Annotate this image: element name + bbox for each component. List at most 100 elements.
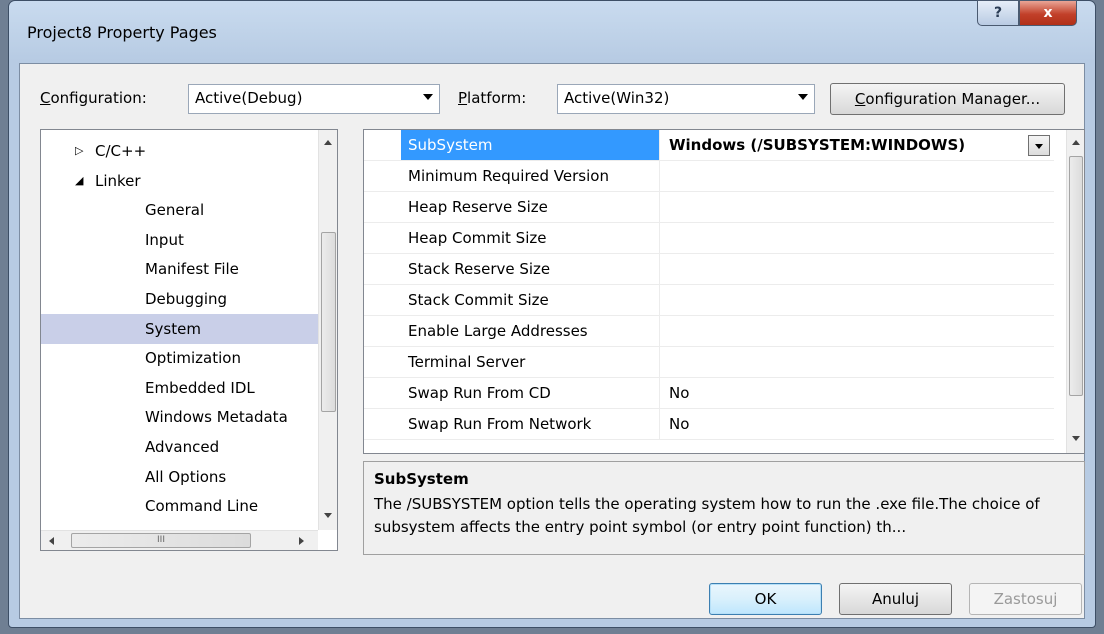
tree-item-embedded-idl[interactable]: Embedded IDL: [41, 373, 318, 403]
tree-item-c-c-[interactable]: ▷ C/C++: [41, 136, 318, 166]
property-name[interactable]: Swap Run From CD: [401, 378, 660, 408]
tree-item-label: Debugging: [145, 290, 228, 308]
scroll-up-arrow-icon[interactable]: [324, 140, 332, 145]
close-button[interactable]: x: [1019, 0, 1077, 26]
property-row[interactable]: Terminal Server: [364, 347, 1054, 378]
row-gutter: [364, 192, 401, 222]
description-text: The /SUBSYSTEM option tells the operatin…: [374, 495, 1040, 536]
property-row[interactable]: Stack Reserve Size: [364, 254, 1054, 285]
property-name[interactable]: Heap Commit Size: [401, 223, 660, 253]
property-row[interactable]: SubSystem Windows (/SUBSYSTEM:WINDOWS): [364, 130, 1054, 161]
property-value[interactable]: No: [661, 409, 1054, 439]
property-pages-window: Project8 Property Pages ? x Configuratio…: [8, 0, 1096, 628]
row-gutter: [364, 130, 401, 160]
help-button[interactable]: ?: [977, 0, 1019, 26]
value-dropdown-button[interactable]: [1028, 135, 1050, 156]
property-tree[interactable]: Command Line All Options Advanced Windows M…: [40, 129, 338, 551]
tree-item-label: All Options: [145, 467, 227, 486]
platform-value: Active(Win32): [564, 89, 670, 107]
property-grid[interactable]: Swap Run From Network No Swap Run From CD N…: [363, 129, 1085, 454]
property-value[interactable]: [661, 285, 1054, 315]
description-panel: SubSystem The /SUBSYSTEM option tells th…: [363, 461, 1085, 555]
row-gutter: [364, 223, 401, 253]
property-name[interactable]: Swap Run From Network: [401, 409, 660, 439]
property-name[interactable]: SubSystem: [401, 130, 660, 160]
scroll-grip: III: [157, 535, 165, 545]
scroll-right-arrow-icon[interactable]: [299, 537, 304, 545]
tree-item-command-line[interactable]: Command Line: [41, 491, 318, 521]
ok-button-label: OK: [754, 590, 777, 608]
tree-item-windows-metadata[interactable]: Windows Metadata: [41, 402, 318, 432]
scroll-left-arrow-icon[interactable]: [49, 537, 54, 545]
description-title: SubSystem: [374, 470, 469, 488]
property-row[interactable]: Stack Commit Size: [364, 285, 1054, 316]
configuration-label: Configuration:: [40, 89, 147, 107]
row-gutter: [364, 409, 401, 439]
chevron-down-icon: [798, 94, 808, 100]
title-bar[interactable]: Project8 Property Pages ? x: [9, 0, 1095, 63]
configuration-manager-button[interactable]: Configuration Manager...: [830, 83, 1065, 115]
tree-item-manifest-file[interactable]: Manifest File: [41, 254, 318, 284]
expand-arrow-icon[interactable]: ▷: [75, 136, 83, 166]
tree-vertical-scrollbar[interactable]: [318, 130, 337, 530]
tree-item-label: Manifest File: [145, 260, 239, 279]
platform-dropdown[interactable]: Active(Win32): [557, 84, 815, 114]
row-gutter: [364, 161, 401, 191]
property-row[interactable]: Minimum Required Version: [364, 161, 1054, 192]
tree-horizontal-scrollbar[interactable]: III: [41, 530, 318, 550]
scroll-down-arrow-icon[interactable]: [1072, 436, 1080, 441]
property-value[interactable]: [661, 192, 1054, 222]
tree-item-all-options[interactable]: All Options: [41, 462, 318, 492]
tree-item-general[interactable]: General: [41, 195, 318, 225]
tree-item-system[interactable]: System: [41, 313, 318, 344]
property-row[interactable]: Heap Commit Size: [364, 223, 1054, 254]
tree-item-label: General: [145, 201, 205, 220]
property-value[interactable]: No: [661, 378, 1054, 408]
grid-scroll-thumb[interactable]: [1069, 156, 1083, 396]
tree-item-linker[interactable]: ◢ Linker: [41, 166, 318, 196]
cancel-button-label: Anuluj: [871, 590, 920, 608]
chevron-down-icon: [423, 94, 433, 100]
property-row[interactable]: Enable Large Addresses: [364, 316, 1054, 347]
tree-item-debugging[interactable]: Debugging: [41, 284, 318, 314]
row-gutter: [364, 316, 401, 346]
help-icon: ?: [993, 5, 1003, 21]
row-gutter: [364, 254, 401, 284]
property-row[interactable]: Heap Reserve Size: [364, 192, 1054, 223]
property-name[interactable]: Terminal Server: [401, 347, 660, 377]
property-value[interactable]: [661, 254, 1054, 284]
row-gutter: [364, 285, 401, 315]
scroll-up-arrow-icon[interactable]: [1072, 140, 1080, 145]
tree-item-label: C/C++: [95, 142, 147, 160]
tree-item-advanced[interactable]: Advanced: [41, 432, 318, 462]
property-row[interactable]: Swap Run From Network No: [364, 409, 1054, 440]
tree-item-optimization[interactable]: Optimization: [41, 343, 318, 373]
tree-item-label: Embedded IDL: [145, 378, 255, 397]
window-title: Project8 Property Pages: [27, 23, 217, 42]
grid-vertical-scrollbar[interactable]: [1066, 130, 1084, 453]
tree-item-label: System: [145, 319, 201, 338]
collapse-arrow-icon[interactable]: ◢: [75, 166, 83, 196]
property-name[interactable]: Enable Large Addresses: [401, 316, 660, 346]
tree-item-input[interactable]: Input: [41, 225, 318, 255]
configuration-dropdown[interactable]: Active(Debug): [188, 84, 440, 114]
property-value[interactable]: [661, 161, 1054, 191]
tree-item-label: Linker: [95, 171, 141, 190]
tree-item-label: Input: [145, 230, 184, 249]
tree-scroll-thumb[interactable]: [321, 232, 336, 412]
property-name[interactable]: Heap Reserve Size: [401, 192, 660, 222]
property-value[interactable]: [661, 223, 1054, 253]
property-value[interactable]: Windows (/SUBSYSTEM:WINDOWS): [661, 130, 1054, 160]
cancel-button[interactable]: Anuluj: [839, 583, 952, 615]
tree-hscroll-thumb[interactable]: III: [71, 533, 251, 548]
ok-button[interactable]: OK: [709, 583, 822, 615]
property-name[interactable]: Stack Reserve Size: [401, 254, 660, 284]
apply-button[interactable]: Zastosuj: [969, 583, 1082, 615]
property-name[interactable]: Stack Commit Size: [401, 285, 660, 315]
platform-label: Platform:: [458, 89, 527, 107]
property-row[interactable]: Swap Run From CD No: [364, 378, 1054, 409]
property-value[interactable]: [661, 316, 1054, 346]
property-value[interactable]: [661, 347, 1054, 377]
property-name[interactable]: Minimum Required Version: [401, 161, 660, 191]
scroll-down-arrow-icon[interactable]: [324, 513, 332, 518]
